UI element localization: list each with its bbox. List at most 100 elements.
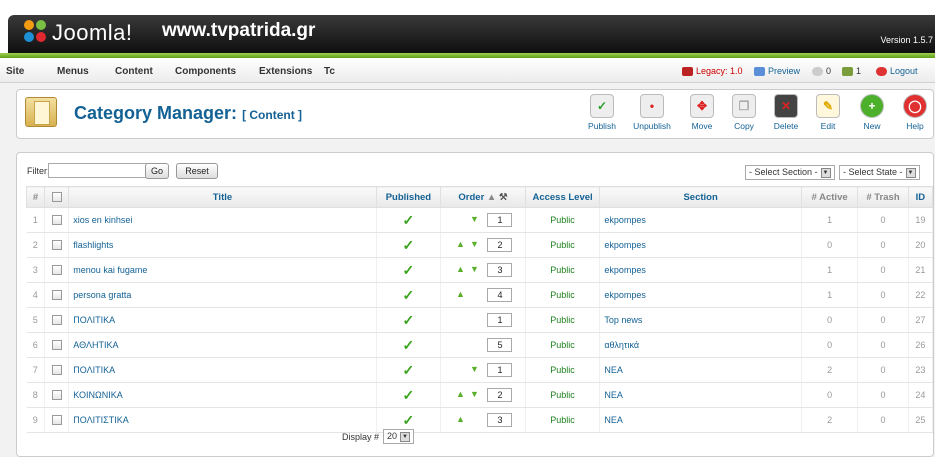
col-id[interactable]: ID xyxy=(907,186,934,208)
section-link[interactable]: ΝΕΑ xyxy=(599,407,802,433)
published-toggle[interactable]: ✓ xyxy=(376,332,442,358)
section-link[interactable]: ΝΕΑ xyxy=(599,357,802,383)
order-input[interactable]: 1 xyxy=(487,313,513,327)
access-level-link[interactable]: Public xyxy=(525,232,601,258)
new-button[interactable]: + New xyxy=(852,94,892,131)
category-title-link[interactable]: menou kai fugame xyxy=(68,257,377,283)
col-published[interactable]: Published xyxy=(375,186,442,208)
menu-tools[interactable]: Tc xyxy=(324,66,335,77)
section-link[interactable]: ΝΕΑ xyxy=(599,382,802,408)
section-link[interactable]: ekpompes xyxy=(599,232,802,258)
access-level-link[interactable]: Public xyxy=(525,282,601,308)
delete-button[interactable]: ✕ Delete xyxy=(766,94,806,131)
access-level-link[interactable]: Public xyxy=(525,332,601,358)
section-link[interactable]: ekpompes xyxy=(599,257,802,283)
logout-link[interactable]: Logout xyxy=(876,66,918,76)
col-order[interactable]: Order ▲ ⚒ xyxy=(440,186,526,208)
published-toggle[interactable]: ✓ xyxy=(376,232,442,258)
active-count: 1 xyxy=(801,282,859,308)
category-title-link[interactable]: xios en kinhsei xyxy=(68,207,377,233)
access-level-link[interactable]: Public xyxy=(525,407,601,433)
col-order-label: Order xyxy=(458,191,485,203)
move-down-icon[interactable]: ▼ xyxy=(467,239,481,249)
menu-menus[interactable]: Menus xyxy=(57,66,89,77)
order-input[interactable]: 1 xyxy=(487,363,513,377)
row-checkbox[interactable] xyxy=(51,240,62,251)
users-count[interactable]: 1 xyxy=(842,66,861,76)
row-checkbox[interactable] xyxy=(51,365,62,376)
category-id: 27 xyxy=(908,307,934,333)
row-checkbox[interactable] xyxy=(51,340,62,351)
copy-label: Copy xyxy=(734,121,754,131)
section-link[interactable]: αθλητικά xyxy=(599,332,802,358)
move-up-icon[interactable]: ▲ xyxy=(453,414,467,424)
access-level-link[interactable]: Public xyxy=(525,207,601,233)
move-up-icon[interactable]: ▲ xyxy=(453,239,467,249)
order-input[interactable]: 2 xyxy=(487,388,513,402)
display-select[interactable]: 20 ▼ xyxy=(383,429,415,444)
unpublish-button[interactable]: • Unpublish xyxy=(632,94,672,131)
move-down-icon[interactable]: ▼ xyxy=(467,214,481,224)
row-checkbox[interactable] xyxy=(51,215,62,226)
published-toggle[interactable]: ✓ xyxy=(376,357,442,383)
publish-button[interactable]: ✓ Publish xyxy=(582,94,622,131)
access-level-link[interactable]: Public xyxy=(525,382,601,408)
access-level-link[interactable]: Public xyxy=(525,257,601,283)
published-toggle[interactable]: ✓ xyxy=(376,307,442,333)
order-input[interactable]: 4 xyxy=(487,288,513,302)
menu-extensions[interactable]: Extensions xyxy=(259,66,312,77)
row-checkbox[interactable] xyxy=(51,315,62,326)
category-title-link[interactable]: persona gratta xyxy=(68,282,377,308)
copy-button[interactable]: ❐ Copy xyxy=(724,94,764,131)
category-title-link[interactable]: ΑΘΛΗΤΙΚΑ xyxy=(68,332,377,358)
order-input[interactable]: 1 xyxy=(487,213,513,227)
messages-count[interactable]: 0 xyxy=(812,66,831,76)
row-checkbox[interactable] xyxy=(51,265,62,276)
published-toggle[interactable]: ✓ xyxy=(376,207,442,233)
section-link[interactable]: Top news xyxy=(599,307,802,333)
row-checkbox[interactable] xyxy=(51,290,62,301)
category-title-link[interactable]: ΚΟΙΝΩΝΙΚΑ xyxy=(68,382,377,408)
order-input[interactable]: 3 xyxy=(487,413,513,427)
category-title-link[interactable]: ΠΟΛΙΤΙΣΤΙΚΑ xyxy=(68,407,377,433)
section-link[interactable]: ekpompes xyxy=(599,207,802,233)
filter-input[interactable] xyxy=(48,163,154,178)
category-title-link[interactable]: ΠΟΛΙΤΙΚΑ xyxy=(68,357,377,383)
category-title-link[interactable]: ΠΟΛΙΤΙΚΑ xyxy=(68,307,377,333)
accent-line xyxy=(0,53,935,58)
access-level-link[interactable]: Public xyxy=(525,307,601,333)
edit-button[interactable]: ✎ Edit xyxy=(808,94,848,131)
menu-components[interactable]: Components xyxy=(175,66,236,77)
row-checkbox[interactable] xyxy=(51,390,62,401)
published-toggle[interactable]: ✓ xyxy=(376,282,442,308)
menu-site[interactable]: Site xyxy=(6,66,24,77)
section-select[interactable]: - Select Section - ▼ xyxy=(745,165,835,180)
order-input[interactable]: 2 xyxy=(487,238,513,252)
move-down-icon[interactable]: ▼ xyxy=(467,364,481,374)
state-select[interactable]: - Select State - ▼ xyxy=(839,165,920,180)
move-up-icon[interactable]: ▲ xyxy=(453,264,467,274)
order-input[interactable]: 5 xyxy=(487,338,513,352)
move-down-icon[interactable]: ▼ xyxy=(467,389,481,399)
move-up-icon[interactable]: ▲ xyxy=(453,289,467,299)
help-button[interactable]: ◯ Help xyxy=(895,94,935,131)
move-up-icon[interactable]: ▲ xyxy=(453,389,467,399)
access-level-link[interactable]: Public xyxy=(525,357,601,383)
published-toggle[interactable]: ✓ xyxy=(376,257,442,283)
preview-link[interactable]: Preview xyxy=(754,66,800,76)
save-order-icon[interactable]: ⚒ xyxy=(499,192,508,203)
category-title-link[interactable]: flashlights xyxy=(68,232,377,258)
section-link[interactable]: ekpompes xyxy=(599,282,802,308)
col-section[interactable]: Section xyxy=(599,186,802,208)
col-title[interactable]: Title xyxy=(68,186,377,208)
col-access[interactable]: Access Level xyxy=(524,186,601,208)
move-button[interactable]: ✥ Move xyxy=(682,94,722,131)
published-toggle[interactable]: ✓ xyxy=(376,382,442,408)
row-checkbox[interactable] xyxy=(51,415,62,426)
menu-content[interactable]: Content xyxy=(115,66,153,77)
reset-button[interactable]: Reset xyxy=(176,163,218,179)
go-button[interactable]: Go xyxy=(145,163,169,179)
select-all-checkbox[interactable] xyxy=(51,191,62,202)
move-down-icon[interactable]: ▼ xyxy=(467,264,481,274)
order-input[interactable]: 3 xyxy=(487,263,513,277)
